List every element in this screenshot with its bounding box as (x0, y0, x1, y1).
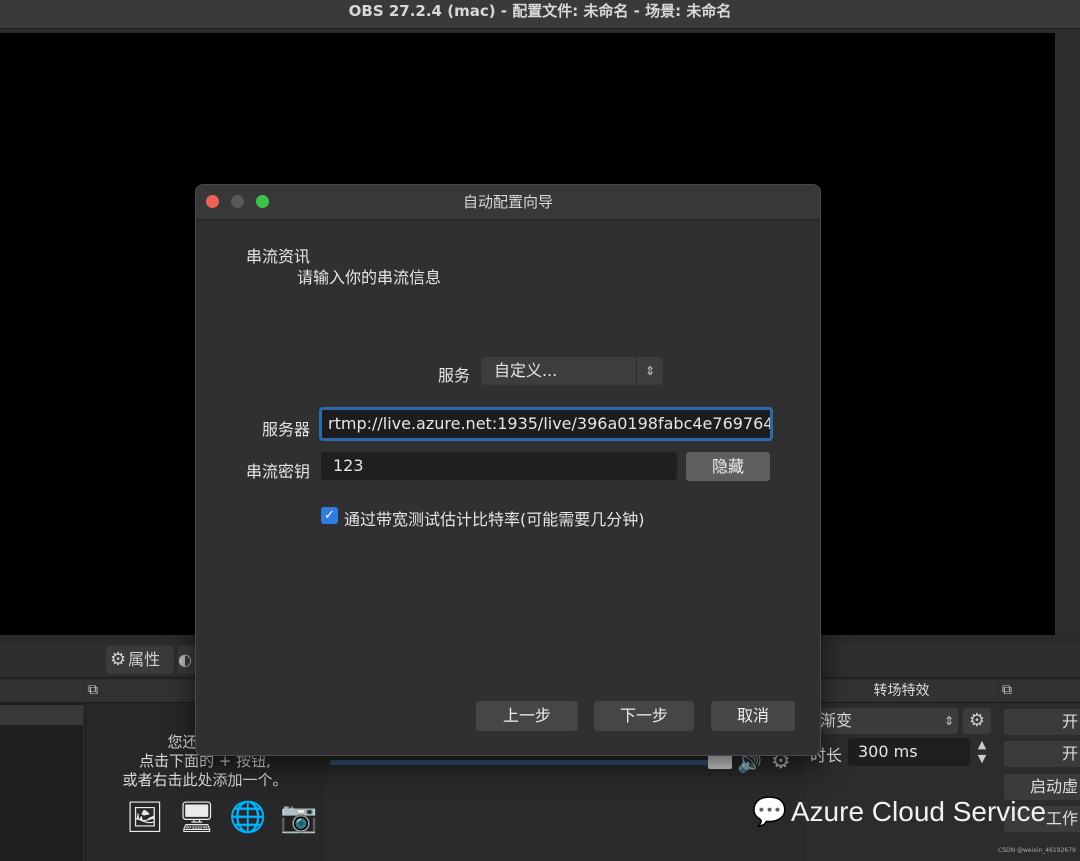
start-streaming-button[interactable]: 开 (1004, 709, 1080, 735)
maximize-window-button[interactable] (256, 195, 269, 208)
undock-icon[interactable]: ⧉ (1002, 682, 1012, 698)
service-value: 自定义... (494, 361, 558, 380)
window-title: OBS 27.2.4 (mac) - 配置文件: 未命名 - 场景: 未命名 (0, 0, 1080, 29)
dialog-title: 自动配置向导 (196, 185, 820, 220)
gear-icon: ⚙ (110, 649, 127, 670)
duration-input[interactable]: 300 ms (848, 738, 970, 766)
scenes-dock-header (0, 680, 84, 703)
properties-label: 属性 (128, 650, 161, 669)
transition-select[interactable]: 渐变 ⇕ (812, 708, 958, 734)
volume-slider-handle[interactable] (708, 755, 732, 769)
duration-stepper[interactable]: ▲ ▼ (972, 738, 992, 766)
auto-config-dialog: 自动配置向导 串流资讯 请输入你的串流信息 服务 自定义... ⇕ 服务器 rt… (195, 184, 821, 756)
section-subheading: 请输入你的串流信息 (297, 268, 442, 287)
bandwidth-test-checkbox[interactable]: ✓ (321, 507, 338, 524)
hide-key-button[interactable]: 隐藏 (686, 452, 770, 481)
minimize-window-button[interactable] (231, 195, 244, 208)
undock-icon[interactable]: ⧉ (88, 682, 98, 698)
chevron-down-icon[interactable]: ▼ (972, 752, 992, 766)
watermark-text: Azure Cloud Service (790, 796, 1047, 827)
preview-side-strip (1055, 33, 1080, 635)
hint-line: 或者右击此处添加一个。 (122, 771, 288, 789)
server-input[interactable]: rtmp://live.azure.net:1935/live/396a0198… (319, 407, 773, 441)
next-button[interactable]: 下一步 (594, 701, 694, 731)
scene-list[interactable] (0, 703, 83, 861)
watermark: 💬 Azure Cloud Service (752, 795, 1046, 828)
transition-settings-button[interactable]: ⚙ (963, 708, 991, 734)
checkmark-icon: ✓ (324, 508, 335, 523)
gear-icon: ⚙ (968, 710, 986, 731)
source-type-icons: 🖼 🖥 🌐 📷 (126, 800, 320, 835)
chevron-updown-icon: ⇕ (636, 357, 663, 385)
transitions-dock-header: 转场特效 (805, 680, 998, 703)
list-item[interactable] (0, 705, 83, 725)
stream-key-label: 串流密钥 (246, 462, 311, 481)
cancel-button[interactable]: 取消 (711, 701, 795, 731)
transition-value: 渐变 (820, 711, 853, 730)
service-label: 服务 (438, 366, 471, 385)
service-select[interactable]: 自定义... ⇕ (481, 357, 663, 385)
prev-button[interactable]: 上一步 (476, 701, 578, 731)
csdn-credit: CSDN @weixin_46192679 (998, 847, 1076, 854)
server-label: 服务器 (262, 420, 311, 439)
chevron-up-icon[interactable]: ▲ (972, 738, 992, 752)
close-window-button[interactable] (206, 195, 219, 208)
filter-icon: ◐ (178, 650, 192, 669)
stream-key-input[interactable]: 123 (321, 452, 677, 480)
wechat-icon: 💬 (752, 796, 787, 827)
volume-slider-track[interactable] (330, 760, 710, 765)
transitions-title: 转场特效 (873, 683, 930, 699)
chevron-updown-icon: ⇕ (943, 714, 954, 728)
properties-button[interactable]: ⚙ 属性 (106, 646, 174, 674)
bandwidth-test-label[interactable]: 通过带宽测试估计比特率(可能需要几分钟) (344, 506, 645, 530)
start-recording-button[interactable]: 开 (1004, 741, 1080, 767)
